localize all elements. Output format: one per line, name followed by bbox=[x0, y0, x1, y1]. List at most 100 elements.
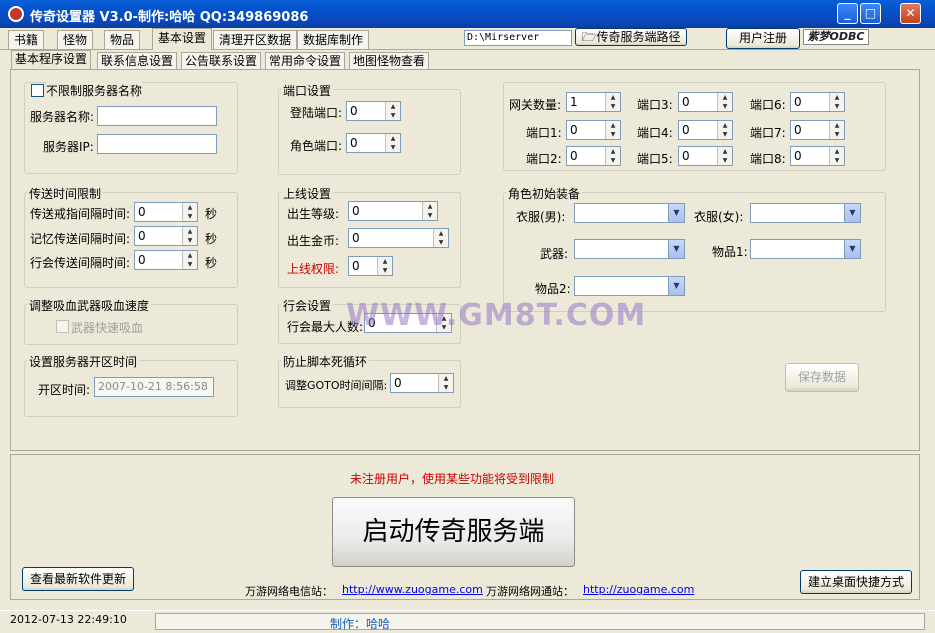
vampire-checkbox-label: 武器快速吸血 bbox=[71, 321, 144, 335]
chevron-down-icon[interactable]: ▼ bbox=[844, 240, 860, 258]
goto-interval-spinner[interactable]: 0 ▲ ▼ bbox=[390, 373, 454, 393]
server-ip-input[interactable] bbox=[97, 134, 217, 154]
tab-clear-data[interactable]: 清理开区数据 bbox=[213, 30, 298, 49]
tab-books[interactable]: 书籍 bbox=[8, 30, 45, 49]
goto-interval-value: 0 bbox=[394, 376, 402, 390]
clothes-male-select[interactable]: ▼ bbox=[574, 203, 685, 223]
gw-port8-spinner[interactable]: 0 ▲ ▼ bbox=[790, 146, 845, 166]
item2-select[interactable]: ▼ bbox=[574, 276, 685, 296]
app-icon bbox=[8, 6, 24, 22]
subtab-contact[interactable]: 联系信息设置 bbox=[97, 52, 178, 69]
memory-teleport-unit: 秒 bbox=[205, 232, 218, 246]
spinner-arrows-icon[interactable]: ▲ ▼ bbox=[605, 121, 620, 139]
spinner-arrows-icon[interactable]: ▲ ▼ bbox=[433, 229, 448, 247]
spinner-arrows-icon[interactable]: ▲ ▼ bbox=[829, 93, 844, 111]
role-port-label: 角色端口: bbox=[290, 139, 343, 153]
spinner-arrows-icon[interactable]: ▲ ▼ bbox=[385, 102, 400, 120]
weapon-select[interactable]: ▼ bbox=[574, 239, 685, 259]
spinner-arrows-icon[interactable]: ▲ ▼ bbox=[717, 147, 732, 165]
spinner-arrows-icon[interactable]: ▲ ▼ bbox=[717, 121, 732, 139]
ring-teleport-spinner[interactable]: 0 ▲ ▼ bbox=[134, 202, 198, 222]
gw-port2-spinner[interactable]: 0 ▲ ▼ bbox=[566, 146, 621, 166]
spinner-arrows-icon[interactable]: ▲ ▼ bbox=[605, 93, 620, 111]
chevron-down-icon[interactable]: ▼ bbox=[844, 204, 860, 222]
guild-teleport-label: 行会传送间隔时间: bbox=[30, 256, 131, 270]
item1-select[interactable]: ▼ bbox=[750, 239, 861, 259]
open-time-input[interactable]: 2007-10-21 8:56:58 bbox=[94, 377, 214, 397]
tab-monsters[interactable]: 怪物 bbox=[57, 30, 94, 49]
status-panel bbox=[155, 613, 925, 630]
gw-port3-spinner[interactable]: 0 ▲ ▼ bbox=[678, 92, 733, 112]
gw-port2-label: 端口2: bbox=[526, 152, 562, 166]
status-maker: 制作：哈哈 bbox=[330, 617, 391, 631]
desktop-shortcut-button[interactable]: 建立桌面快捷方式 bbox=[800, 570, 912, 594]
gw-port1-spinner[interactable]: 0 ▲ ▼ bbox=[566, 120, 621, 140]
unlimited-name-checkbox[interactable] bbox=[31, 84, 44, 97]
vampire-checkbox[interactable] bbox=[56, 320, 69, 333]
birth-gold-spinner[interactable]: 0 ▲ ▼ bbox=[348, 228, 449, 248]
birth-level-label: 出生等级: bbox=[287, 207, 340, 221]
gw-port7-spinner[interactable]: 0 ▲ ▼ bbox=[790, 120, 845, 140]
spinner-arrows-icon[interactable]: ▲ ▼ bbox=[438, 374, 453, 392]
spinner-arrows-icon[interactable]: ▲ ▼ bbox=[422, 202, 437, 220]
spinner-arrows-icon[interactable]: ▲ ▼ bbox=[182, 251, 197, 269]
server-name-label: 服务器名称: bbox=[30, 110, 95, 124]
maximize-icon[interactable]: □ bbox=[860, 3, 881, 24]
online-perm-spinner[interactable]: 0 ▲ ▼ bbox=[348, 256, 393, 276]
spinner-arrows-icon[interactable]: ▲ ▼ bbox=[385, 134, 400, 152]
spinner-arrows-icon[interactable]: ▲ ▼ bbox=[829, 121, 844, 139]
guild-teleport-spinner[interactable]: 0 ▲ ▼ bbox=[134, 250, 198, 270]
gw-port8-label: 端口8: bbox=[750, 152, 786, 166]
gw-port1-label: 端口1: bbox=[526, 126, 562, 140]
gw-port6-value: 0 bbox=[794, 95, 802, 109]
gw-port6-label: 端口6: bbox=[750, 98, 786, 112]
netcom-label: 万游网络网通站： bbox=[486, 585, 574, 598]
subtab-commands[interactable]: 常用命令设置 bbox=[265, 52, 346, 69]
spinner-arrows-icon[interactable]: ▲ ▼ bbox=[717, 93, 732, 111]
spinner-arrows-icon[interactable]: ▲ ▼ bbox=[829, 147, 844, 165]
chevron-down-icon[interactable]: ▼ bbox=[668, 277, 684, 295]
ports-group-title: 端口设置 bbox=[281, 82, 334, 99]
clothes-female-select[interactable]: ▼ bbox=[750, 203, 861, 223]
gw-port2-value: 0 bbox=[570, 149, 578, 163]
gateway-count-spinner[interactable]: 1 ▲ ▼ bbox=[566, 92, 621, 112]
guild-teleport-unit: 秒 bbox=[205, 256, 218, 270]
server-path-field[interactable]: D:\Mirserver bbox=[464, 30, 572, 46]
netcom-link[interactable]: http://zuogame.com bbox=[583, 583, 694, 596]
guild-teleport-value: 0 bbox=[138, 253, 146, 267]
chevron-down-icon[interactable]: ▼ bbox=[668, 204, 684, 222]
spinner-arrows-icon[interactable]: ▲ ▼ bbox=[605, 147, 620, 165]
role-port-value: 0 bbox=[350, 136, 358, 150]
tab-items[interactable]: 物品 bbox=[104, 30, 141, 49]
spinner-arrows-icon[interactable]: ▲ ▼ bbox=[182, 203, 197, 221]
start-server-button[interactable]: 启动传奇服务端 bbox=[332, 497, 575, 567]
chevron-down-icon[interactable]: ▼ bbox=[668, 240, 684, 258]
check-update-button[interactable]: 查看最新软件更新 bbox=[22, 567, 134, 591]
open-time-group-title: 设置服务器开区时间 bbox=[27, 353, 140, 370]
tab-basic-settings[interactable]: 基本设置 bbox=[152, 28, 213, 50]
birth-level-value: 0 bbox=[352, 204, 360, 218]
save-data-button[interactable]: 保存数据 bbox=[785, 363, 859, 392]
minimize-icon[interactable]: _ bbox=[837, 3, 858, 24]
register-button[interactable]: 用户注册 bbox=[726, 28, 800, 49]
close-icon[interactable]: ✕ bbox=[900, 3, 921, 24]
server-path-button[interactable]: 🗁传奇服务端路径 bbox=[575, 28, 687, 46]
subtab-basic-program[interactable]: 基本程序设置 bbox=[11, 50, 92, 70]
spinner-arrows-icon[interactable]: ▲ ▼ bbox=[377, 257, 392, 275]
role-port-spinner[interactable]: 0 ▲ ▼ bbox=[346, 133, 401, 153]
server-name-input[interactable] bbox=[97, 106, 217, 126]
gw-port4-spinner[interactable]: 0 ▲ ▼ bbox=[678, 120, 733, 140]
subtab-map-monsters[interactable]: 地图怪物查看 bbox=[349, 52, 430, 69]
gw-port5-spinner[interactable]: 0 ▲ ▼ bbox=[678, 146, 733, 166]
gw-port6-spinner[interactable]: 0 ▲ ▼ bbox=[790, 92, 845, 112]
telecom-link[interactable]: http://www.zuogame.com bbox=[342, 583, 483, 596]
antiloop-group-title: 防止脚本死循环 bbox=[281, 353, 370, 370]
memory-teleport-spinner[interactable]: 0 ▲ ▼ bbox=[134, 226, 198, 246]
unregistered-notice: 未注册用户，使用某些功能将受到限制 bbox=[350, 472, 555, 486]
login-port-spinner[interactable]: 0 ▲ ▼ bbox=[346, 101, 401, 121]
tab-database[interactable]: 数据库制作 bbox=[297, 30, 370, 49]
gateway-count-label: 网关数量: bbox=[509, 98, 562, 112]
subtab-announcement[interactable]: 公告联系设置 bbox=[181, 52, 262, 69]
spinner-arrows-icon[interactable]: ▲ ▼ bbox=[182, 227, 197, 245]
birth-level-spinner[interactable]: 0 ▲ ▼ bbox=[348, 201, 438, 221]
